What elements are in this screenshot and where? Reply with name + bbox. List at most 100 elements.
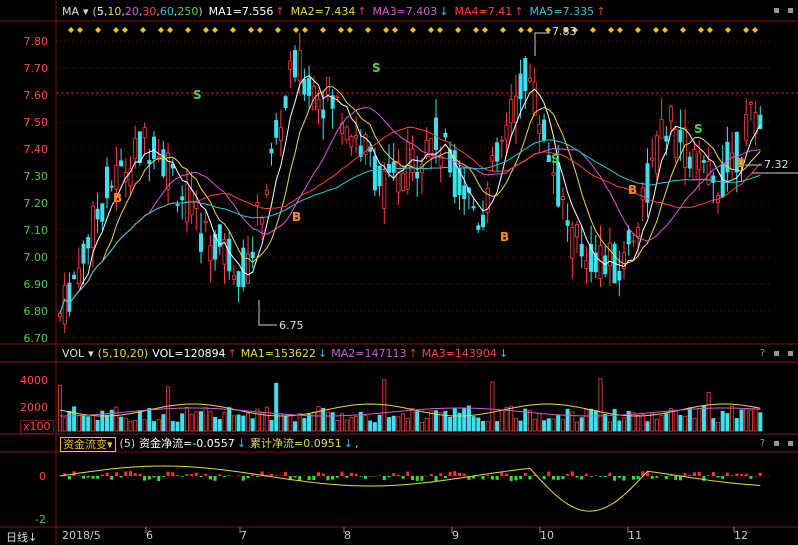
flow-bar	[241, 476, 245, 481]
flow-menu[interactable]: 资金流变▾	[60, 436, 116, 452]
volume-bar	[448, 416, 453, 432]
buy-signal-marker: B	[500, 230, 510, 244]
flow-bar	[603, 476, 607, 477]
period-label: 日线	[6, 531, 28, 544]
volume-bar	[288, 414, 293, 432]
diamond-marker	[698, 27, 704, 33]
diamond-marker	[383, 27, 389, 33]
diamond-marker	[230, 27, 236, 33]
volume-bar	[95, 419, 100, 432]
help-icon[interactable]: ?	[757, 438, 768, 449]
volume-bar	[725, 413, 730, 432]
flow-bar	[227, 475, 231, 476]
candle-body	[292, 50, 297, 78]
diamond-marker	[320, 27, 326, 33]
diamond-marker	[500, 27, 506, 33]
volume-bar	[241, 415, 246, 432]
volume-bar	[377, 414, 382, 432]
diamond-marker	[437, 27, 443, 33]
x-date-label: 7	[240, 529, 247, 542]
y-tick: 7.00	[23, 251, 49, 264]
volume-bar	[673, 410, 678, 432]
flow-bar	[185, 474, 189, 476]
volume-bar	[264, 406, 269, 432]
candle-body	[62, 284, 67, 325]
volume-bar	[598, 378, 603, 432]
volume-bar	[758, 412, 763, 432]
high-price-label: 7.83	[552, 25, 577, 38]
volume-bar	[485, 420, 490, 432]
candle-body	[147, 160, 152, 164]
period-selector[interactable]: 日线↓	[6, 529, 37, 545]
candle-body	[659, 118, 664, 139]
flow-bar	[693, 472, 696, 476]
candle-body	[391, 161, 396, 173]
vol-value: VOL=120894	[152, 347, 226, 360]
flow-y-tick: 0	[39, 470, 46, 483]
volume-bar	[631, 411, 636, 432]
candle-body	[95, 208, 100, 220]
stock-chart[interactable]	[0, 0, 798, 545]
flow-bar	[312, 476, 316, 481]
help-icon[interactable]: ?	[757, 348, 768, 359]
volume-bar	[58, 384, 63, 432]
volume-bar	[546, 418, 551, 432]
diamond-marker	[302, 27, 308, 33]
flow-bar	[364, 476, 367, 479]
volume-bar	[386, 417, 391, 432]
flow-bar	[335, 476, 339, 478]
flow-bar	[650, 476, 654, 479]
volume-bar	[659, 415, 664, 432]
volume-bar	[368, 420, 373, 432]
flow-bar	[547, 471, 551, 476]
vol-params: (5,10,20)	[97, 347, 149, 360]
candle-body	[231, 275, 236, 280]
diamond-marker	[248, 27, 254, 33]
flow-bar	[697, 472, 701, 476]
x-date-label: 10	[540, 529, 554, 542]
volume-bar	[184, 406, 189, 432]
diamond-marker	[257, 27, 263, 33]
volume-bar	[589, 408, 594, 432]
close-icon[interactable]: ▪	[785, 348, 796, 359]
volume-bar	[137, 410, 142, 432]
diamond-marker	[545, 27, 551, 33]
candle-body	[302, 78, 307, 95]
volume-bar	[123, 417, 128, 432]
candle-body	[194, 201, 199, 209]
candle-body	[344, 126, 349, 141]
candle-body	[490, 155, 495, 162]
volume-bar	[664, 413, 669, 432]
volume-bar	[90, 414, 95, 432]
volume-bar	[645, 421, 650, 432]
volume-bar	[311, 411, 316, 432]
flow-bar	[519, 476, 523, 479]
settings-icon[interactable]: ▪	[771, 438, 782, 449]
candle-body	[86, 237, 91, 249]
candle-body	[575, 224, 580, 238]
close-icon[interactable]: ▪	[785, 438, 796, 449]
candle-body	[203, 220, 208, 224]
flow-bar	[711, 471, 715, 476]
candle-body	[556, 162, 561, 207]
flow-bar	[218, 474, 222, 476]
flow-y-tick: -2	[35, 513, 46, 526]
diamond-marker	[608, 27, 614, 33]
settings-icon[interactable]: ▪	[771, 348, 782, 359]
volume-bar	[438, 412, 443, 432]
vol-y-tick: 4000	[20, 374, 48, 387]
flow-bar	[349, 472, 353, 476]
candle-body	[180, 196, 185, 201]
candle-body	[307, 77, 312, 96]
volume-bar	[739, 409, 744, 432]
buy-signal-marker: B	[292, 210, 302, 224]
diamond-marker	[743, 27, 749, 33]
volume-bar	[499, 410, 504, 432]
diamond-marker	[365, 27, 371, 33]
flow-bar	[509, 476, 513, 481]
vol-menu[interactable]: VOL ▾	[62, 346, 94, 362]
candle-body	[415, 171, 420, 179]
volume-bar	[354, 416, 359, 432]
volume-bar	[692, 417, 697, 432]
candle-body	[640, 187, 645, 201]
